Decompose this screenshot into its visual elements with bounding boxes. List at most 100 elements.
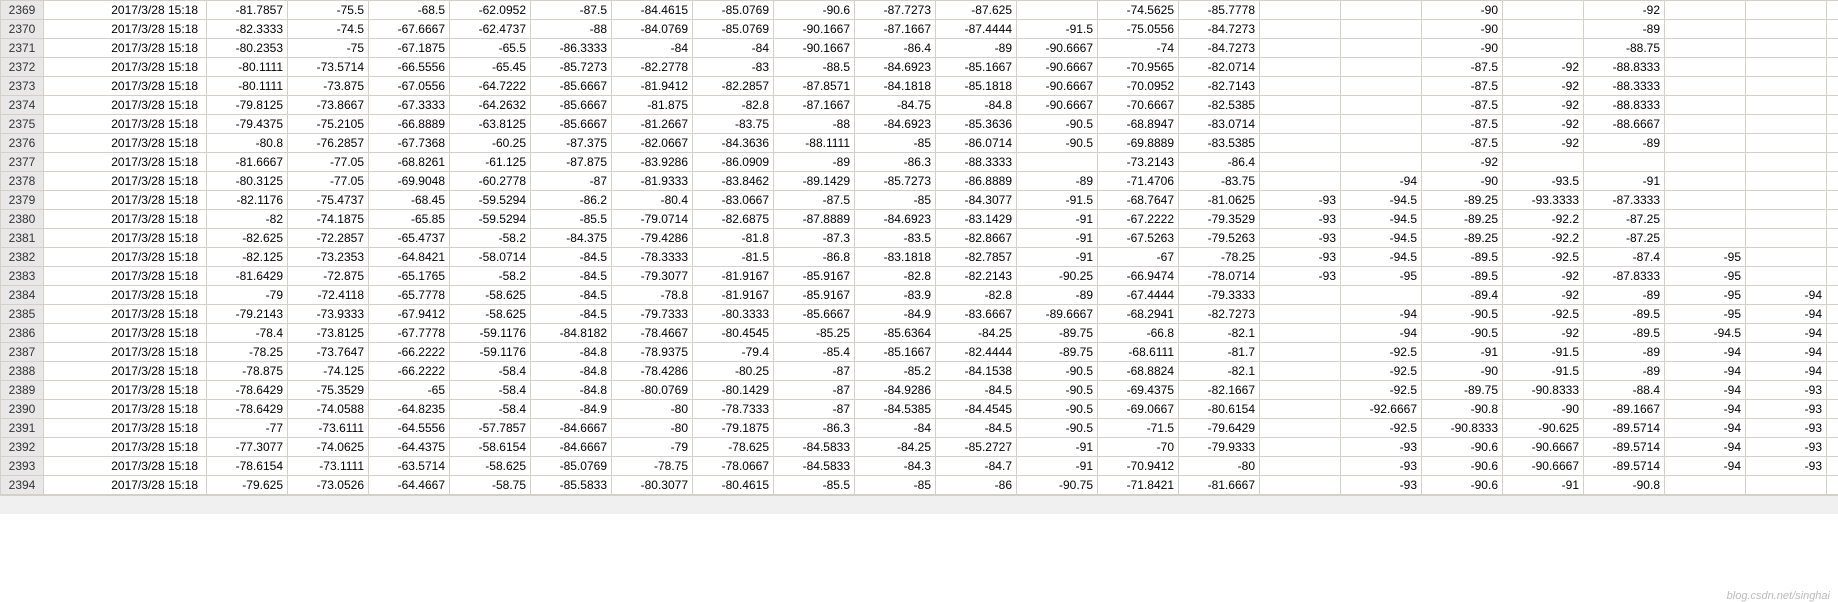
data-cell[interactable]: -94 <box>1746 343 1827 362</box>
data-cell[interactable]: -80.6154 <box>1179 400 1260 419</box>
data-cell[interactable]: -85.1667 <box>936 58 1017 77</box>
timestamp-cell[interactable]: 2017/3/28 15:18 <box>44 362 207 381</box>
data-cell[interactable]: -60.25 <box>450 134 531 153</box>
data-cell[interactable] <box>1665 210 1746 229</box>
data-cell[interactable] <box>1260 286 1341 305</box>
data-cell[interactable]: -89.75 <box>1017 343 1098 362</box>
data-cell[interactable] <box>1827 96 1838 115</box>
data-cell[interactable]: -85.9167 <box>774 267 855 286</box>
data-cell[interactable]: -82.1 <box>1179 324 1260 343</box>
data-cell[interactable] <box>1827 267 1838 286</box>
data-cell[interactable] <box>1503 153 1584 172</box>
data-cell[interactable]: -90.6667 <box>1017 39 1098 58</box>
data-cell[interactable]: -62.4737 <box>450 20 531 39</box>
data-cell[interactable]: -93 <box>1260 191 1341 210</box>
data-cell[interactable]: -79.3077 <box>612 267 693 286</box>
data-cell[interactable]: -90 <box>1422 39 1503 58</box>
data-cell[interactable]: -64.7222 <box>450 77 531 96</box>
data-cell[interactable]: -67.2222 <box>1098 210 1179 229</box>
data-cell[interactable]: -84.9 <box>531 400 612 419</box>
timestamp-cell[interactable]: 2017/3/28 15:18 <box>44 1 207 20</box>
timestamp-cell[interactable]: 2017/3/28 15:18 <box>44 191 207 210</box>
data-cell[interactable]: -65.7778 <box>369 286 450 305</box>
data-cell[interactable]: -84.5 <box>531 286 612 305</box>
data-cell[interactable]: -58.625 <box>450 457 531 476</box>
data-cell[interactable]: -89.75 <box>1017 324 1098 343</box>
data-cell[interactable]: -81.5 <box>693 248 774 267</box>
data-cell[interactable]: -58.6154 <box>450 438 531 457</box>
data-cell[interactable]: -93 <box>1260 267 1341 286</box>
data-cell[interactable]: -92.5 <box>1341 381 1422 400</box>
data-cell[interactable]: -89 <box>1584 343 1665 362</box>
data-cell[interactable] <box>1746 229 1827 248</box>
data-cell[interactable]: -95 <box>1341 267 1422 286</box>
data-cell[interactable] <box>1746 153 1827 172</box>
data-cell[interactable] <box>1260 39 1341 58</box>
data-cell[interactable]: -81.6667 <box>207 153 288 172</box>
data-cell[interactable]: -87.5 <box>1422 96 1503 115</box>
data-cell[interactable]: -95 <box>1665 267 1746 286</box>
data-cell[interactable]: -92.5 <box>1341 343 1422 362</box>
data-cell[interactable]: -85.2 <box>855 362 936 381</box>
data-cell[interactable]: -78.6429 <box>207 400 288 419</box>
data-cell[interactable] <box>1746 1 1827 20</box>
data-cell[interactable]: -87.1667 <box>855 20 936 39</box>
data-cell[interactable]: -94.5 <box>1341 191 1422 210</box>
data-cell[interactable]: -94 <box>1746 362 1827 381</box>
row-header[interactable]: 2384 <box>1 286 44 305</box>
data-cell[interactable]: -83.5 <box>855 229 936 248</box>
data-cell[interactable]: -87.5 <box>1422 134 1503 153</box>
data-cell[interactable]: -85.1818 <box>936 77 1017 96</box>
data-cell[interactable]: -86.0714 <box>936 134 1017 153</box>
data-cell[interactable]: -94 <box>1341 172 1422 191</box>
data-cell[interactable]: -70.6667 <box>1098 96 1179 115</box>
row-header[interactable]: 2393 <box>1 457 44 476</box>
data-cell[interactable]: -84.5 <box>936 419 1017 438</box>
data-cell[interactable]: -83.1429 <box>936 210 1017 229</box>
data-cell[interactable]: -84.3 <box>855 457 936 476</box>
data-cell[interactable]: -82.8667 <box>936 229 1017 248</box>
data-cell[interactable] <box>1746 267 1827 286</box>
data-cell[interactable]: -80.4615 <box>693 476 774 495</box>
data-cell[interactable]: -91.5 <box>1017 20 1098 39</box>
data-cell[interactable]: -89.5 <box>1584 305 1665 324</box>
data-cell[interactable]: -85.1667 <box>855 343 936 362</box>
data-cell[interactable]: -94.5 <box>1341 210 1422 229</box>
data-cell[interactable]: -70.9412 <box>1098 457 1179 476</box>
data-cell[interactable]: -78.0714 <box>1179 267 1260 286</box>
data-cell[interactable]: -90 <box>1422 362 1503 381</box>
row-header[interactable]: 2389 <box>1 381 44 400</box>
data-cell[interactable]: -88 <box>531 20 612 39</box>
data-cell[interactable]: -83.6667 <box>936 305 1017 324</box>
row-header[interactable]: 2391 <box>1 419 44 438</box>
timestamp-cell[interactable]: 2017/3/28 15:18 <box>44 58 207 77</box>
data-cell[interactable]: -81.0625 <box>1179 191 1260 210</box>
data-cell[interactable] <box>1341 134 1422 153</box>
data-cell[interactable]: -84.8 <box>531 362 612 381</box>
data-cell[interactable]: -90.6667 <box>1503 457 1584 476</box>
data-cell[interactable]: -84.8182 <box>531 324 612 343</box>
data-cell[interactable]: -81.9333 <box>612 172 693 191</box>
data-cell[interactable]: -90.6 <box>774 1 855 20</box>
data-cell[interactable]: -89.6667 <box>1017 305 1098 324</box>
timestamp-cell[interactable]: 2017/3/28 15:18 <box>44 115 207 134</box>
data-cell[interactable]: -86.8889 <box>936 172 1017 191</box>
data-cell[interactable]: -87.8571 <box>774 77 855 96</box>
data-cell[interactable]: -85.4 <box>774 343 855 362</box>
data-cell[interactable]: -92 <box>1503 267 1584 286</box>
data-cell[interactable]: -58.4 <box>450 362 531 381</box>
data-cell[interactable]: -78.625 <box>693 438 774 457</box>
data-cell[interactable]: -85.6667 <box>531 96 612 115</box>
data-cell[interactable]: -91 <box>1017 248 1098 267</box>
data-cell[interactable]: -90.8333 <box>1503 381 1584 400</box>
data-cell[interactable]: -84.6923 <box>855 210 936 229</box>
data-cell[interactable]: -81.9167 <box>693 267 774 286</box>
row-header[interactable]: 2375 <box>1 115 44 134</box>
data-cell[interactable]: -89.25 <box>1422 191 1503 210</box>
timestamp-cell[interactable]: 2017/3/28 15:18 <box>44 210 207 229</box>
data-cell[interactable]: -66.2222 <box>369 362 450 381</box>
data-cell[interactable]: -74.0625 <box>288 438 369 457</box>
data-cell[interactable]: -87.25 <box>1584 229 1665 248</box>
data-cell[interactable]: -69.0667 <box>1098 400 1179 419</box>
data-cell[interactable]: -72.2857 <box>288 229 369 248</box>
